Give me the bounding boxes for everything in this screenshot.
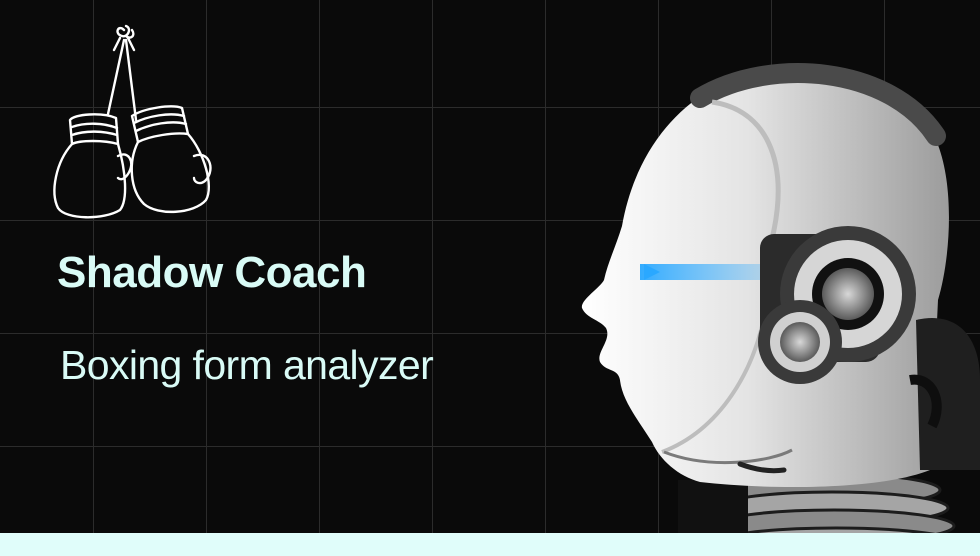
bottom-bar bbox=[0, 533, 980, 556]
slide-title: Shadow Coach bbox=[57, 248, 367, 297]
boxing-gloves-icon bbox=[53, 24, 212, 219]
title-slide: Shadow Coach Boxing form analyzer bbox=[0, 0, 980, 556]
slide-subtitle: Boxing form analyzer bbox=[60, 342, 434, 388]
robot-head-illustration bbox=[581, 63, 980, 556]
